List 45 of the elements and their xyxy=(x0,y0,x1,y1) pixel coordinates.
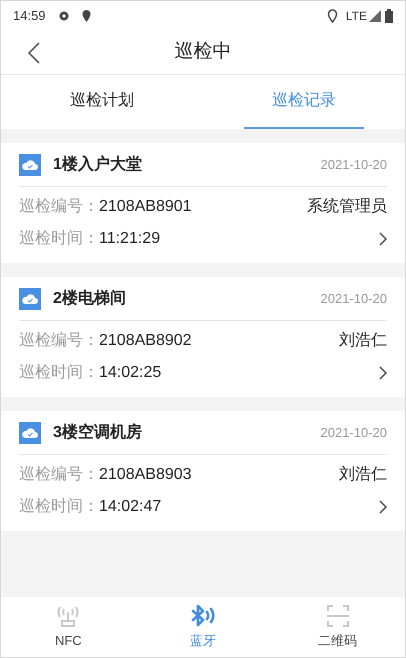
inspection-number: 2108AB8901 xyxy=(99,197,192,217)
chevron-right-icon xyxy=(379,500,387,514)
location-name: 2楼电梯间 xyxy=(53,288,126,308)
nav-tab[interactable]: NFC xyxy=(1,597,136,657)
status-time: 14:59 xyxy=(13,7,46,26)
field-label: 巡检时间： xyxy=(19,362,99,383)
nav-tab[interactable]: 蓝牙 xyxy=(136,597,270,657)
record-card[interactable]: 1楼入户大堂 2021-10-20 巡检编号：2108AB8901 系统管理员 巡检时间：11:21:29 xyxy=(1,143,405,263)
inspection-time: 14:02:47 xyxy=(99,497,162,517)
inspection-time: 11:21:29 xyxy=(99,229,160,249)
page-title: 巡检中 xyxy=(174,40,232,64)
inspector-name: 刘浩仁 xyxy=(339,330,387,351)
nav-tab[interactable]: 二维码 xyxy=(270,597,405,657)
record-card[interactable]: 3楼空调机房 2021-10-20 巡检编号：2108AB8903 刘浩仁 巡检时间：14:02:47 xyxy=(1,411,405,531)
tab[interactable]: 巡检计划 xyxy=(1,75,203,129)
field-label: 巡检编号： xyxy=(19,330,99,351)
cloud-icon xyxy=(19,288,41,310)
inspector-name: 刘浩仁 xyxy=(339,464,387,485)
back-icon xyxy=(28,42,40,64)
inspection-number: 2108AB8903 xyxy=(99,465,192,485)
field-label: 巡检时间： xyxy=(19,228,99,249)
inspector-name: 系统管理员 xyxy=(307,196,387,217)
field-label: 巡检时间： xyxy=(19,496,99,517)
bluetooth-icon xyxy=(190,603,216,630)
network-type: LTE xyxy=(346,8,367,25)
inspection-time: 14:02:25 xyxy=(99,363,162,383)
location-name: 3楼空调机房 xyxy=(53,422,142,442)
location-name: 1楼入户大堂 xyxy=(53,154,142,174)
tab[interactable]: 巡检记录 xyxy=(203,75,405,129)
record-date: 2021-10-20 xyxy=(320,156,387,174)
cloud-icon xyxy=(19,422,41,444)
chevron-right-icon xyxy=(379,232,387,246)
chevron-right-icon xyxy=(379,366,387,380)
battery-icon xyxy=(385,9,393,23)
location-icon xyxy=(82,10,91,22)
record-card[interactable]: 2楼电梯间 2021-10-20 巡检编号：2108AB8902 刘浩仁 巡检时间：14:02:25 xyxy=(1,277,405,397)
location-icon xyxy=(326,9,338,23)
signal-icon xyxy=(369,10,381,22)
record-date: 2021-10-20 xyxy=(320,290,387,308)
field-label: 巡检编号： xyxy=(19,196,99,217)
inspection-number: 2108AB8902 xyxy=(99,331,192,351)
cloud-icon xyxy=(19,154,41,176)
scan-icon xyxy=(324,603,351,630)
record-date: 2021-10-20 xyxy=(320,424,387,442)
field-label: 巡检编号： xyxy=(19,464,99,485)
